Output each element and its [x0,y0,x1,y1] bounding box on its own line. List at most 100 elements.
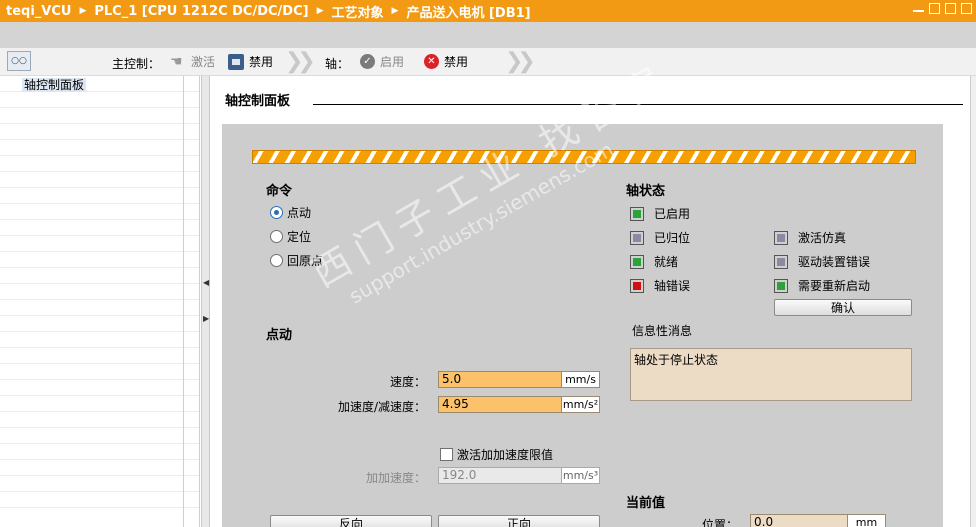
check-icon: ✓ [360,54,375,69]
title-bar: teqi_VCU ▶ PLC_1 [CPU 1212C DC/DC/DC] ▶ … [0,0,976,22]
jerk-label: 加加速度： [365,471,426,485]
activate-button[interactable]: ☚ 激活 [170,53,215,70]
header-band [0,22,976,48]
status-led-icon [774,230,788,245]
command-option-position[interactable]: 定位 [270,228,311,245]
axis-label: 轴： [325,57,350,71]
panel-splitter[interactable]: ◀ ▶ [201,76,210,527]
checkbox-icon [440,448,453,461]
enable-axis-button[interactable]: ✓ 启用 [360,53,404,70]
disable-axis-button[interactable]: ✕ 禁用 [424,53,468,70]
status-label: 激活仿真 [798,231,847,245]
status-led-icon [630,278,644,293]
jerk-field[interactable]: 192.0 mm/s³ [438,467,600,484]
status-label: 驱动装置错误 [798,255,871,269]
position-unit: mm [847,515,885,527]
position-value: 0.0 [751,515,847,527]
chevron-right-icon: ❯❯ [285,49,316,74]
radio-icon [270,230,283,243]
status-label: 轴错误 [654,279,691,293]
breadcrumb-project[interactable]: teqi_VCU [6,4,71,19]
info-message-box: 轴处于停止状态 [630,348,912,401]
close-icon: ✕ [424,54,439,69]
jerk-limit-checkbox[interactable]: 激活加加速度限值 [440,446,553,463]
glasses-icon[interactable]: ○○ [7,51,31,71]
acceleration-label: 加速度/减速度： [337,400,426,414]
jog-header: 点动 [266,328,293,343]
speed-label: 速度： [389,375,426,389]
collapse-left-icon[interactable]: ◀ [203,278,209,287]
acceleration-unit: mm/s² [561,397,599,412]
status-axis-error: 轴错误 [630,277,690,294]
status-ready: 就绪 [630,253,678,270]
command-option-jog[interactable]: 点动 [270,204,311,221]
expand-right-icon[interactable]: ▶ [203,314,209,323]
speed-unit: mm/s [561,372,599,387]
command-header: 命令 [266,184,293,199]
float-icon[interactable] [961,3,972,14]
master-control-label: 主控制： [112,57,161,71]
reverse-button[interactable]: 反向 [270,515,432,527]
breadcrumb-separator-icon: ▶ [316,6,324,16]
status-simulation: 激活仿真 [774,229,846,246]
info-message-label: 信息性消息 [632,324,693,338]
command-option-label: 定位 [287,230,312,244]
info-message-text: 轴处于停止状态 [634,353,719,367]
vertical-scrollbar[interactable] [970,76,976,527]
acceleration-field[interactable]: 4.95 mm/s² [438,396,600,413]
acceleration-value[interactable]: 4.95 [439,397,561,412]
hand-icon: ☚ [170,53,183,70]
breadcrumb-separator-icon: ▶ [79,6,87,16]
axis-control-panel: 命令 点动 定位 回原点 轴状态 已启用 已归位 就绪 轴错误 激活仿真 驱动装… [222,124,943,527]
status-led-icon [630,230,644,245]
speed-value[interactable]: 5.0 [439,372,561,387]
status-label: 已启用 [654,207,691,221]
status-led-icon [630,206,644,221]
position-label: 位置： [701,518,738,527]
tree-item-axis-control-panel[interactable]: 轴控制面板 [22,78,87,92]
command-option-label: 回原点 [287,254,324,268]
maximize-icon[interactable] [945,3,956,14]
jerk-unit: mm/s³ [561,468,599,483]
command-option-home[interactable]: 回原点 [270,252,323,269]
status-label: 已归位 [654,231,691,245]
position-field: 0.0 mm [750,514,886,527]
navigation-tree: 轴控制面板 [0,76,200,527]
status-led-icon [774,254,788,269]
disable-master-button[interactable]: 禁用 [228,53,273,70]
status-homed: 已归位 [630,229,690,246]
activate-label: 激活 [191,55,216,69]
breadcrumb-separator-icon: ▶ [391,6,399,16]
lock-icon [228,53,244,70]
axis-status-header: 轴状态 [626,184,666,199]
status-label: 就绪 [654,255,679,269]
disable-axis-label: 禁用 [444,55,469,69]
tree-divider [183,76,184,527]
title-divider [313,104,963,105]
status-drive-error: 驱动装置错误 [774,253,870,270]
jerk-value[interactable]: 192.0 [439,468,561,483]
disable-master-label: 禁用 [249,55,274,69]
radio-selected-icon [270,206,283,219]
toolbar: ○○ 主控制： ☚ 激活 禁用 ❯❯ 轴： ✓ 启用 ✕ 禁用 ❯❯ [0,48,976,76]
warning-stripe [252,150,916,164]
chevron-right-icon: ❯❯ [505,49,536,74]
breadcrumb-technology-objects[interactable]: 工艺对象 [332,2,384,21]
breadcrumb-plc[interactable]: PLC_1 [CPU 1212C DC/DC/DC] [94,4,308,19]
status-enabled: 已启用 [630,205,690,222]
radio-icon [270,254,283,267]
main-area: 轴控制面板 命令 点动 定位 回原点 轴状态 已启用 已归位 就绪 轴错误 激活… [210,76,976,527]
breadcrumb-db[interactable]: 产品送入电机 [DB1] [406,2,530,21]
confirm-button[interactable]: 确认 [774,299,912,316]
status-restart-required: 需要重新启动 [774,277,870,294]
forward-button[interactable]: 正向 [438,515,600,527]
status-label: 需要重新启动 [798,279,871,293]
minimize-icon[interactable] [913,3,924,12]
page-title: 轴控制面板 [225,94,291,109]
restore-icon[interactable] [929,3,940,14]
speed-field[interactable]: 5.0 mm/s [438,371,600,388]
current-values-header: 当前值 [626,496,666,511]
window-controls [913,3,972,14]
command-option-label: 点动 [287,206,312,220]
status-led-icon [774,278,788,293]
